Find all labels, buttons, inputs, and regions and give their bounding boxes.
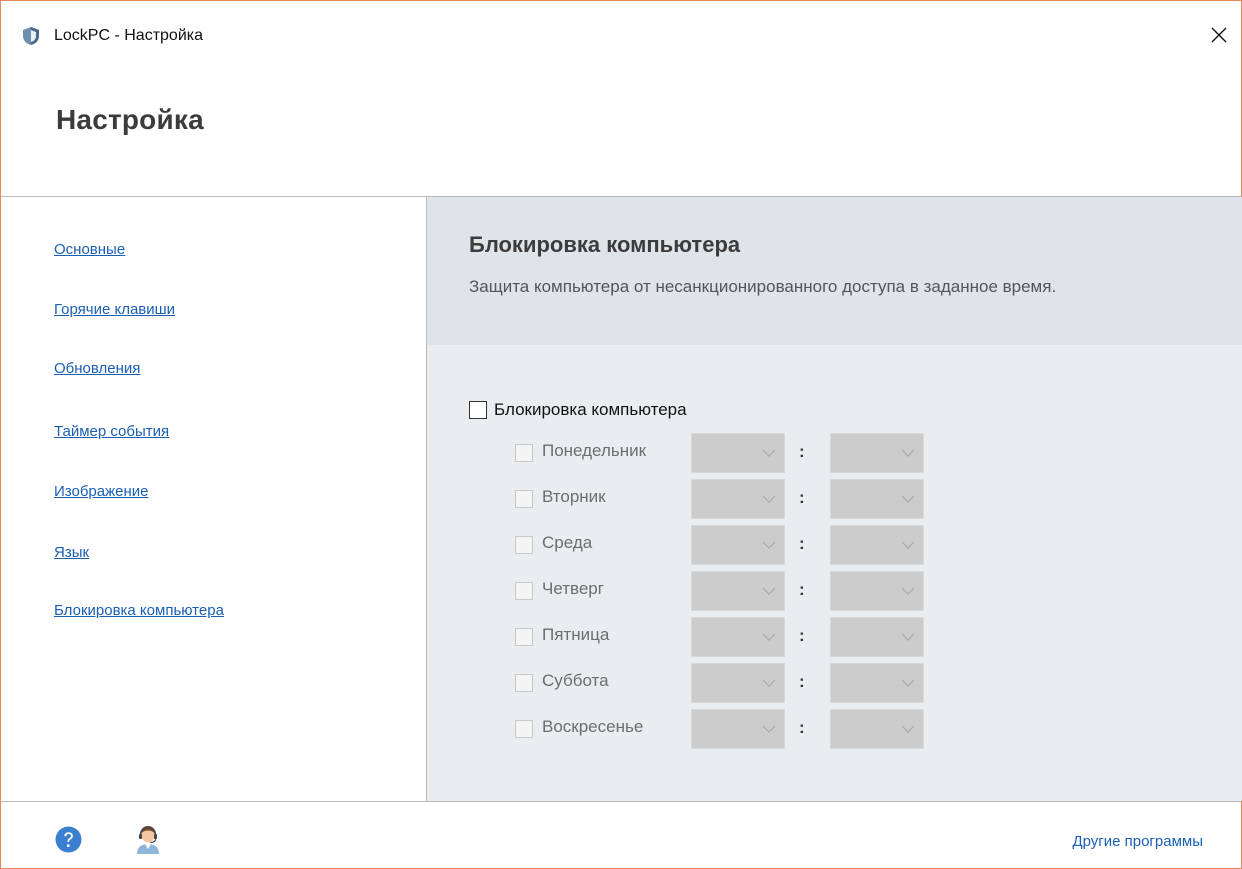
minute-select[interactable] xyxy=(830,663,924,703)
support-agent-icon[interactable] xyxy=(134,823,162,855)
minute-select[interactable] xyxy=(830,479,924,519)
question-circle-icon[interactable] xyxy=(55,826,82,853)
hour-select[interactable] xyxy=(691,433,785,473)
day-row-saturday: Суббота : xyxy=(515,663,935,703)
day-checkbox[interactable] xyxy=(515,674,533,692)
minute-select[interactable] xyxy=(830,525,924,565)
sidebar-item-computer-lock[interactable]: Блокировка компьютера xyxy=(54,602,224,619)
chevron-down-icon xyxy=(762,679,776,687)
day-checkbox[interactable] xyxy=(515,490,533,508)
chevron-down-icon xyxy=(762,541,776,549)
time-separator: : xyxy=(799,442,805,461)
close-button[interactable] xyxy=(1197,15,1241,55)
minute-select[interactable] xyxy=(830,571,924,611)
day-row-wednesday: Среда : xyxy=(515,525,935,565)
minute-select[interactable] xyxy=(830,433,924,473)
other-programs-link[interactable]: Другие программы xyxy=(1072,833,1203,850)
chevron-down-icon xyxy=(901,725,915,733)
sidebar-item-hotkeys[interactable]: Горячие клавиши xyxy=(54,301,175,318)
chevron-down-icon xyxy=(901,541,915,549)
chevron-down-icon xyxy=(901,587,915,595)
day-label: Четверг xyxy=(542,579,604,598)
title-bar: LockPC - Настройка xyxy=(1,1,1241,67)
time-separator: : xyxy=(799,488,805,507)
chevron-down-icon xyxy=(901,633,915,641)
section-title: Блокировка компьютера xyxy=(469,232,741,257)
time-separator: : xyxy=(799,534,805,553)
hour-select[interactable] xyxy=(691,571,785,611)
day-label: Суббота xyxy=(542,671,609,690)
minute-select[interactable] xyxy=(830,617,924,657)
time-separator: : xyxy=(799,626,805,645)
day-label: Воскресенье xyxy=(542,717,644,736)
day-checkbox[interactable] xyxy=(515,628,533,646)
time-separator: : xyxy=(799,580,805,599)
day-checkbox[interactable] xyxy=(515,582,533,600)
time-separator: : xyxy=(799,718,805,737)
day-label: Пятница xyxy=(542,625,610,644)
day-checkbox[interactable] xyxy=(515,720,533,738)
computer-lock-checkbox[interactable]: Блокировка компьютера xyxy=(469,400,687,420)
sidebar-item-event-timer[interactable]: Таймер события xyxy=(54,423,169,440)
chevron-down-icon xyxy=(762,633,776,641)
day-checkbox[interactable] xyxy=(515,444,533,462)
day-label: Понедельник xyxy=(542,441,647,460)
chevron-down-icon xyxy=(762,587,776,595)
sidebar-item-updates[interactable]: Обновления xyxy=(54,360,140,377)
checkbox-box[interactable] xyxy=(469,401,487,419)
sidebar-item-language[interactable]: Язык xyxy=(54,544,89,561)
window-title: LockPC - Настройка xyxy=(54,27,204,44)
day-row-friday: Пятница : xyxy=(515,617,935,657)
footer: Другие программы xyxy=(1,802,1241,869)
settings-window: LockPC - Настройка Настройка Основные Го… xyxy=(0,0,1242,869)
day-label: Среда xyxy=(542,533,593,552)
hour-select[interactable] xyxy=(691,709,785,749)
sidebar-item-general[interactable]: Основные xyxy=(54,241,125,258)
hour-select[interactable] xyxy=(691,617,785,657)
computer-lock-checkbox-label: Блокировка компьютера xyxy=(494,400,687,419)
content-panel: Блокировка компьютера Защита компьютера … xyxy=(427,197,1242,801)
chevron-down-icon xyxy=(762,495,776,503)
sidebar-item-image[interactable]: Изображение xyxy=(54,483,149,500)
shield-icon xyxy=(23,27,39,45)
day-label: Вторник xyxy=(542,487,606,506)
minute-select[interactable] xyxy=(830,709,924,749)
day-row-monday: Понедельник : xyxy=(515,433,935,473)
section-description: Защита компьютера от несанкционированног… xyxy=(469,277,1057,296)
chevron-down-icon xyxy=(901,495,915,503)
day-row-sunday: Воскресенье : xyxy=(515,709,935,749)
day-row-thursday: Четверг : xyxy=(515,571,935,611)
page-title: Настройка xyxy=(56,104,204,135)
hour-select[interactable] xyxy=(691,525,785,565)
sidebar: Основные Горячие клавиши Обновления Тайм… xyxy=(1,197,426,801)
hour-select[interactable] xyxy=(691,663,785,703)
day-checkbox[interactable] xyxy=(515,536,533,554)
hour-select[interactable] xyxy=(691,479,785,519)
chevron-down-icon xyxy=(901,679,915,687)
time-separator: : xyxy=(799,672,805,691)
content-header: Блокировка компьютера Защита компьютера … xyxy=(427,197,1242,345)
close-icon xyxy=(1211,27,1227,43)
day-row-tuesday: Вторник : xyxy=(515,479,935,519)
chevron-down-icon xyxy=(762,725,776,733)
chevron-down-icon xyxy=(901,449,915,457)
chevron-down-icon xyxy=(762,449,776,457)
